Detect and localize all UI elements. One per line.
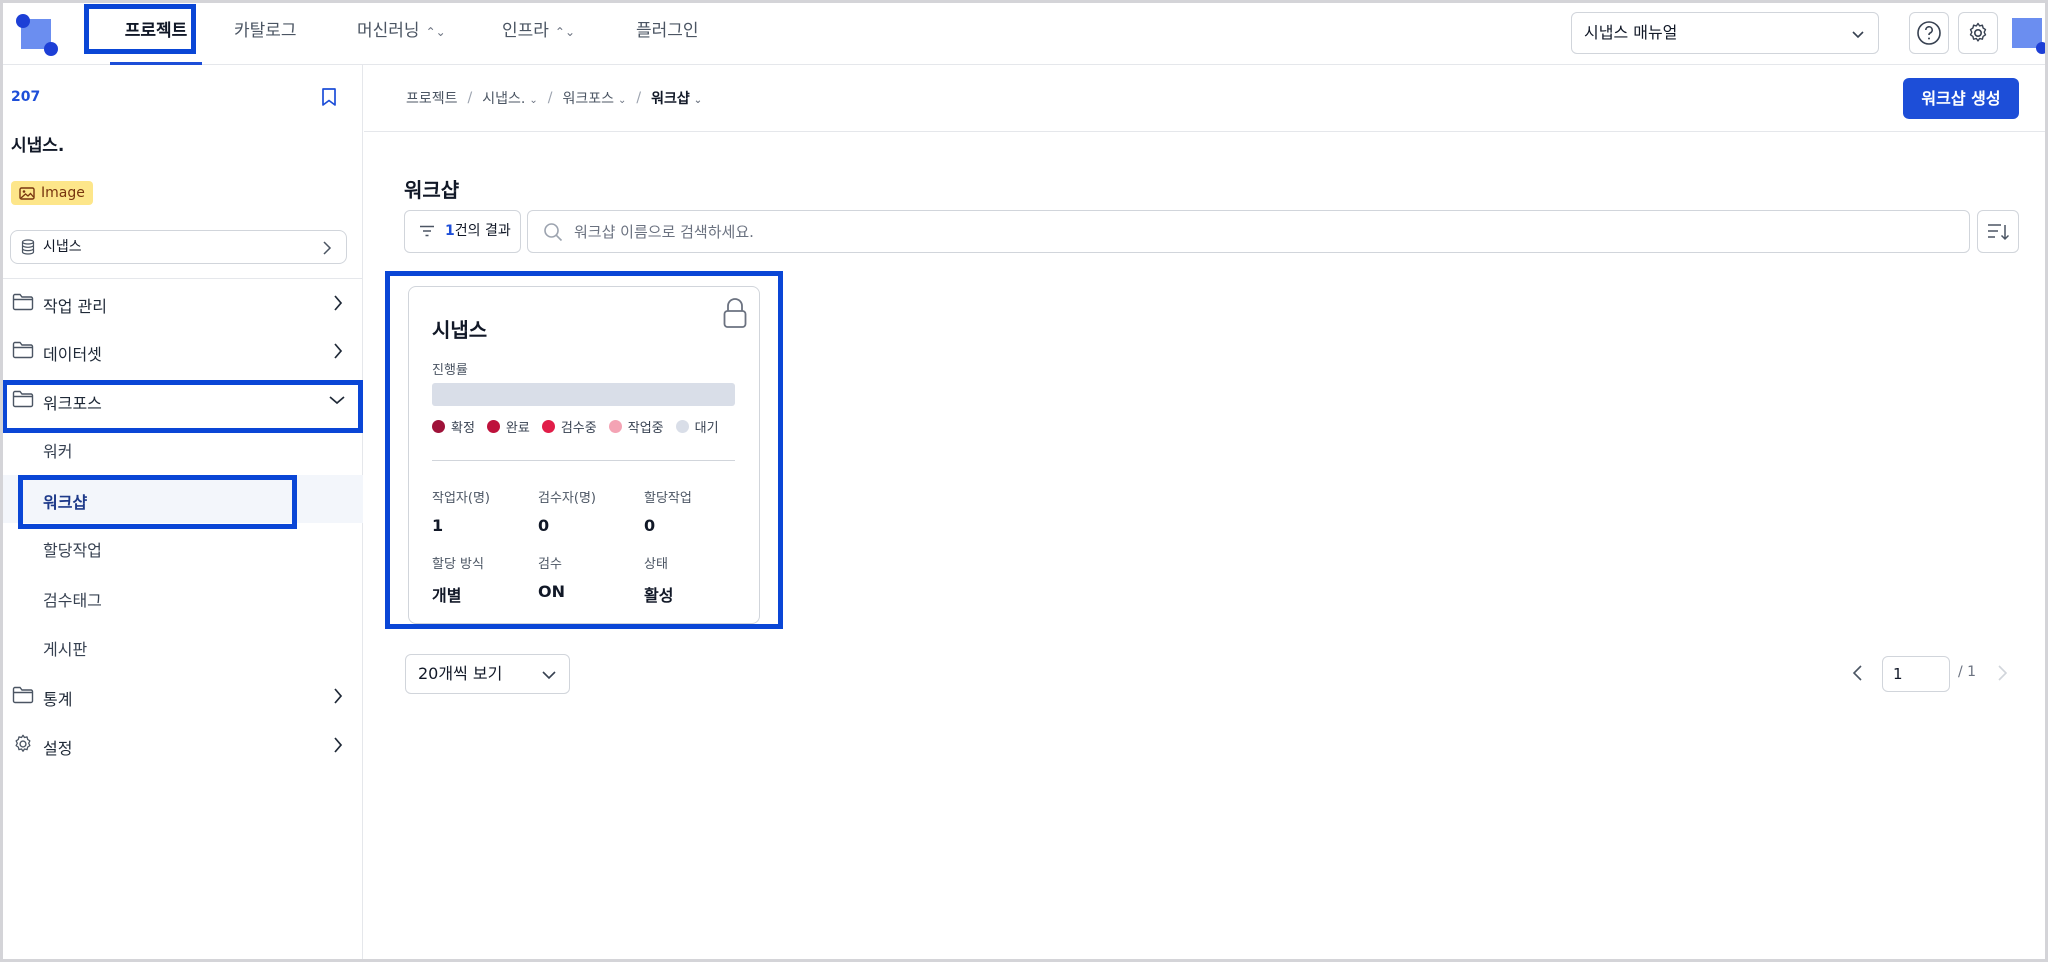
- breadcrumb-workshop[interactable]: 워크샵 ⌄: [651, 88, 702, 108]
- page-title: 워크샵: [404, 178, 460, 202]
- breadcrumb-project[interactable]: 프로젝트: [406, 88, 458, 108]
- search-icon: [544, 223, 563, 242]
- image-icon: [19, 186, 35, 200]
- chevron-right-icon[interactable]: [1994, 664, 2010, 682]
- sort-icon: [1988, 223, 2009, 240]
- chevron-updown-icon: ⌃⌄: [554, 25, 576, 39]
- breadcrumb-separator: /: [636, 90, 642, 106]
- nav-tab-plugin[interactable]: 플러그인: [636, 0, 699, 65]
- chevron-right-icon: [323, 241, 332, 255]
- breadcrumb-project-name[interactable]: 시냅스. ⌄: [482, 88, 537, 108]
- breadcrumb-separator: /: [467, 90, 473, 106]
- chevron-down-icon: ⌄: [693, 95, 703, 106]
- user-avatar[interactable]: [2012, 18, 2048, 54]
- top-navigation: 프로젝트 카탈로그 머신러닝 ⌃⌄ 인프라 ⌃⌄ 플러그인 시냅스 매뉴얼: [0, 0, 2048, 65]
- filter-icon: [420, 225, 434, 237]
- project-name: 시냅스.: [11, 136, 65, 156]
- page-total: / 1: [1958, 664, 1977, 680]
- sidebar-item-settings[interactable]: 설정: [0, 721, 363, 769]
- stat-status: 상태 활성: [644, 557, 674, 605]
- sort-button[interactable]: [1977, 210, 2019, 253]
- settings-button[interactable]: [1958, 12, 1998, 54]
- workshop-card[interactable]: 시냅스 진행률 확정 완료 검수중 작업중 대기 작업자(명) 1 검수자(명) 0…: [408, 286, 760, 624]
- chevron-right-icon: [334, 737, 343, 753]
- legend-item: 완료: [486, 417, 530, 436]
- breadcrumb-workforce[interactable]: 워크포스 ⌄: [562, 88, 626, 108]
- legend-item: 검수중: [541, 417, 597, 436]
- nav-tab-machine-learning[interactable]: 머신러닝 ⌃⌄: [357, 0, 446, 65]
- stat-review: 검수 ON: [538, 557, 565, 601]
- sidebar-item-statistics[interactable]: 통계: [0, 672, 363, 720]
- nav-tab-infra[interactable]: 인프라 ⌃⌄: [502, 0, 575, 65]
- chevron-down-icon: [329, 396, 345, 405]
- sidebar-subitem-assigned-tasks[interactable]: 할당작업: [0, 523, 363, 571]
- folder-icon: [12, 686, 34, 704]
- sidebar-subitem-board[interactable]: 게시판: [0, 622, 363, 670]
- create-workshop-button[interactable]: 워크샵 생성: [1903, 78, 2019, 119]
- lock-icon: [723, 298, 747, 328]
- filter-button[interactable]: 1건의 결과: [404, 210, 521, 253]
- stat-assigned-tasks: 할당작업 0: [644, 491, 692, 535]
- database-icon: [21, 239, 35, 255]
- folder-icon: [12, 390, 34, 408]
- breadcrumb-bar: 프로젝트 / 시냅스. ⌄ / 워크포스 ⌄ / 워크샵 ⌄: [364, 65, 2048, 132]
- sidebar-subitem-review-tags[interactable]: 검수태그: [0, 573, 363, 621]
- page-size-select[interactable]: 20개씩 보기: [405, 654, 570, 694]
- folder-icon: [12, 341, 34, 359]
- chevron-right-icon: [334, 343, 343, 359]
- stat-assignment-method: 할당 방식 개별: [432, 557, 484, 605]
- page-number-input[interactable]: 1: [1882, 656, 1950, 692]
- breadcrumb-separator: /: [547, 90, 553, 106]
- dataset-selector[interactable]: 시냅스: [10, 230, 347, 264]
- chevron-down-icon: ⌄: [617, 95, 627, 106]
- chevron-right-icon: [334, 295, 343, 311]
- chevron-right-icon: [334, 688, 343, 704]
- manual-dropdown[interactable]: 시냅스 매뉴얼: [1571, 12, 1879, 54]
- legend-item: 작업중: [608, 417, 664, 436]
- progress-bar: [432, 383, 735, 406]
- stat-reviewers: 검수자(명) 0: [538, 491, 596, 535]
- help-button[interactable]: [1909, 12, 1949, 54]
- data-type-badge: Image: [11, 181, 93, 205]
- chevron-left-icon[interactable]: [1850, 664, 1866, 682]
- app-logo[interactable]: [16, 14, 58, 56]
- sidebar: 207 시냅스. Image 시냅스 작업 관리 데이터셋 워크포스 워커 워크…: [0, 65, 363, 962]
- project-id: 207: [11, 89, 41, 105]
- chevron-down-icon: [1852, 31, 1864, 39]
- sidebar-item-workforce[interactable]: 워크포스: [0, 376, 363, 424]
- progress-legend: 확정 완료 검수중 작업중 대기: [432, 417, 719, 436]
- sidebar-item-job-management[interactable]: 작업 관리: [0, 279, 363, 327]
- breadcrumb: 프로젝트 / 시냅스. ⌄ / 워크포스 ⌄ / 워크샵 ⌄: [406, 88, 702, 108]
- sidebar-subitem-workshop[interactable]: 워크샵: [0, 475, 363, 523]
- progress-label: 진행률: [432, 363, 468, 378]
- search-box: [527, 210, 1970, 253]
- gear-icon: [15, 734, 31, 752]
- help-icon: [1917, 21, 1941, 45]
- folder-icon: [12, 293, 34, 311]
- sidebar-subitem-worker[interactable]: 워커: [0, 424, 363, 472]
- legend-item: 확정: [432, 417, 475, 436]
- chevron-updown-icon: ⌃⌄: [425, 25, 446, 39]
- workshop-title: 시냅스: [432, 318, 488, 342]
- chevron-down-icon: ⌄: [529, 95, 538, 106]
- nav-tab-catalog[interactable]: 카탈로그: [234, 0, 297, 65]
- gear-icon: [1969, 22, 1987, 42]
- stat-workers: 작업자(명) 1: [432, 491, 490, 535]
- nav-tab-project[interactable]: 프로젝트: [110, 0, 202, 65]
- legend-item: 대기: [675, 417, 719, 436]
- divider: [432, 460, 735, 461]
- search-input[interactable]: [574, 211, 1954, 252]
- bookmark-icon[interactable]: [320, 87, 338, 107]
- sidebar-item-dataset[interactable]: 데이터셋: [0, 327, 363, 375]
- chevron-down-icon: [542, 671, 556, 680]
